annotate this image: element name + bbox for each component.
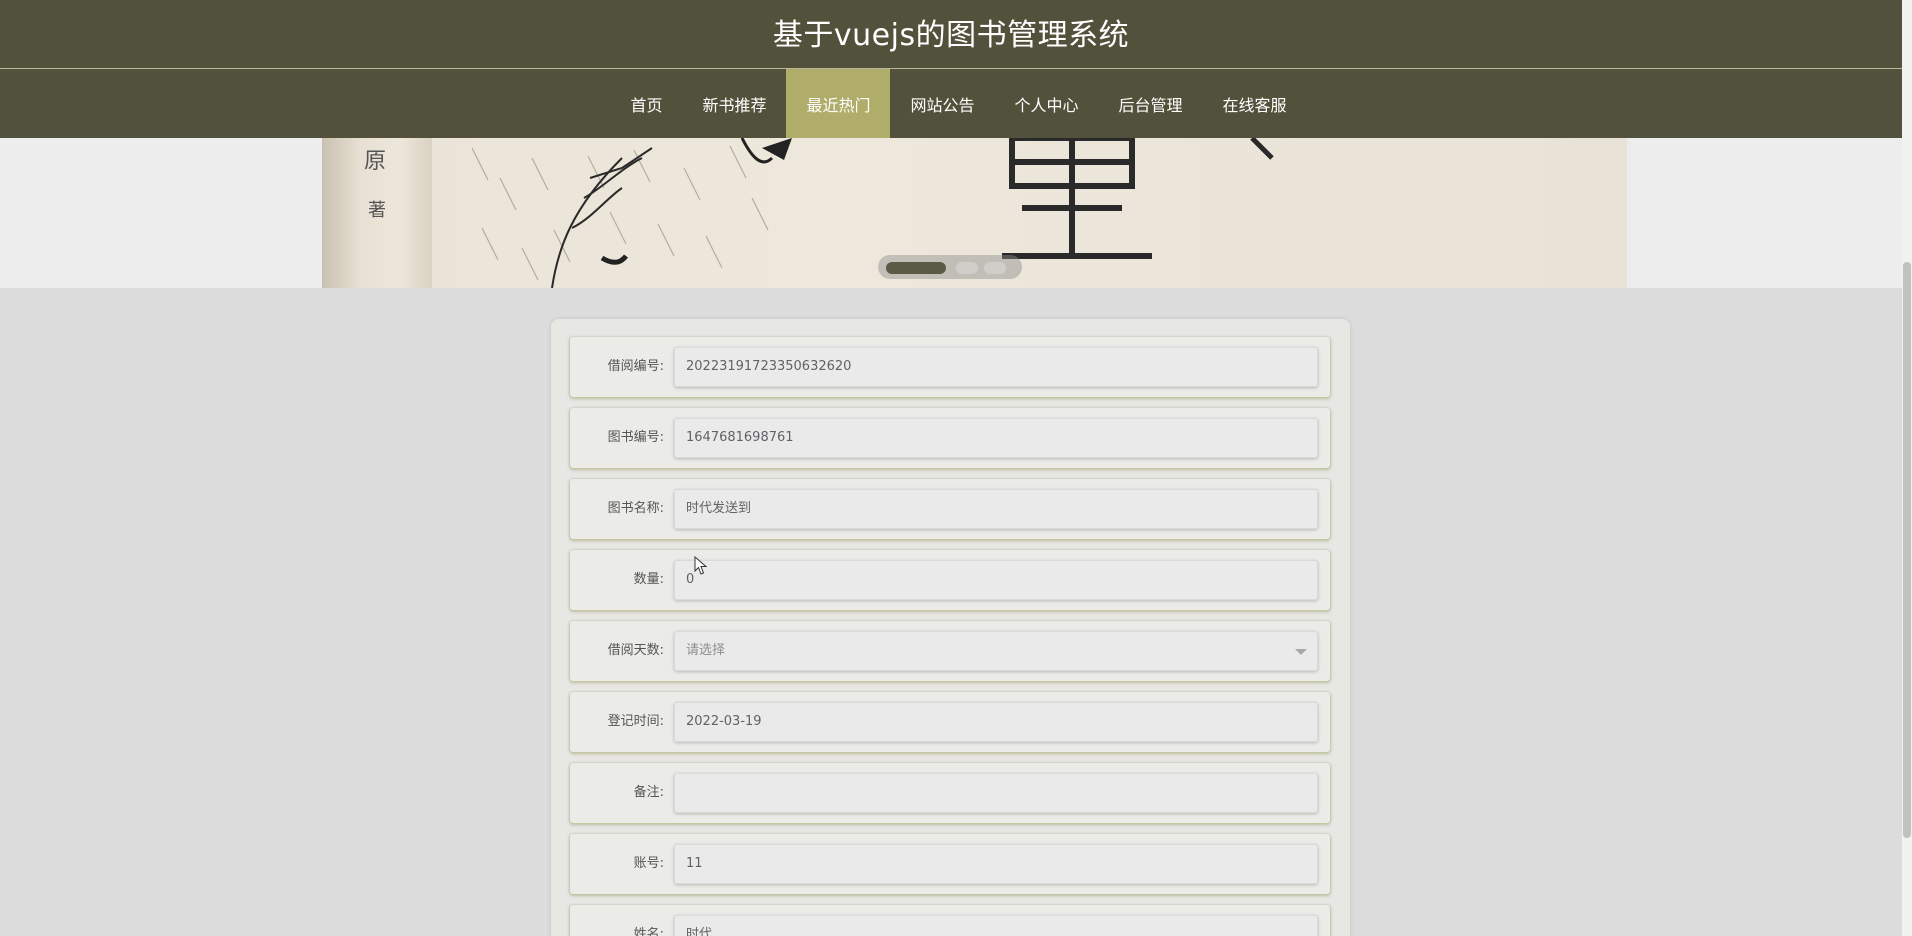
borrow-days-placeholder: 请选择 — [686, 643, 726, 658]
vertical-scrollbar[interactable] — [1902, 0, 1912, 936]
borrow-form-panel: 借阅编号: 20223191723350632620 图书编号: 1647681… — [551, 319, 1350, 936]
nav-item-customer-service[interactable]: 在线客服 — [1203, 69, 1307, 138]
remark-input[interactable] — [674, 773, 1318, 813]
carousel-dot-3[interactable] — [984, 262, 1006, 274]
cover-author-suffix: 著 — [368, 200, 386, 221]
leaf-mark — [600, 254, 628, 265]
book-id-label: 图书编号: — [607, 430, 664, 445]
form-row-name: 姓名: 时代 — [570, 905, 1330, 936]
quantity-input[interactable]: 0 — [674, 560, 1318, 600]
register-time-input[interactable]: 2022-03-19 — [674, 702, 1318, 742]
cover-author-char: 原 — [364, 149, 386, 174]
form-row-remark: 备注: — [570, 763, 1330, 823]
quantity-label: 数量: — [633, 572, 664, 587]
book-name-label: 图书名称: — [607, 501, 664, 516]
nav-item-new-books[interactable]: 新书推荐 — [682, 69, 786, 138]
borrow-id-label: 借阅编号: — [607, 359, 664, 374]
carousel-dot-2[interactable] — [956, 262, 978, 274]
scrollbar-thumb[interactable] — [1903, 262, 1911, 838]
carousel-indicators — [878, 255, 1022, 279]
banner-carousel: 原 著 — [0, 138, 1902, 288]
form-row-borrow-days: 借阅天数: 请选择 — [570, 621, 1330, 681]
nav-item-home[interactable]: 首页 — [610, 69, 682, 138]
nav-list: 首页 新书推荐 最近热门 网站公告 个人中心 后台管理 在线客服 — [610, 69, 1306, 138]
nav-item-popular[interactable]: 最近热门 — [786, 69, 891, 138]
site-title: 基于vuejs的图书管理系统 — [772, 18, 1130, 53]
branch-drawing — [551, 147, 653, 288]
account-label: 账号: — [633, 856, 664, 871]
account-input[interactable]: 11 — [674, 844, 1318, 884]
carousel-dot-1[interactable] — [886, 262, 946, 274]
page: 基于vuejs的图书管理系统 首页 新书推荐 最近热门 网站公告 个人中心 后台… — [0, 0, 1902, 936]
nav-item-personal-center[interactable]: 个人中心 — [995, 69, 1099, 138]
nav-item-admin[interactable]: 后台管理 — [1099, 69, 1203, 138]
site-header: 基于vuejs的图书管理系统 — [0, 0, 1902, 69]
book-id-input[interactable]: 1647681698761 — [674, 418, 1318, 458]
borrow-days-label: 借阅天数: — [607, 643, 664, 658]
chevron-down-icon[interactable] — [1295, 649, 1307, 655]
book-name-input[interactable]: 时代发送到 — [674, 489, 1318, 529]
cover-title-stroke — [1250, 138, 1274, 160]
form-row-borrow-id: 借阅编号: 20223191723350632620 — [570, 337, 1330, 397]
form-row-register-time: 登记时间: 2022-03-19 — [570, 692, 1330, 752]
form-row-quantity: 数量: 0 — [570, 550, 1330, 610]
remark-label: 备注: — [633, 785, 664, 800]
umbrella-mark — [762, 138, 792, 160]
name-label: 姓名: — [633, 927, 664, 936]
form-row-account: 账号: 11 — [570, 834, 1330, 894]
register-time-label: 登记时间: — [607, 714, 664, 729]
cover-title-glyph — [1002, 138, 1152, 259]
borrow-id-input[interactable]: 20223191723350632620 — [674, 347, 1318, 387]
nav-item-announcements[interactable]: 网站公告 — [890, 69, 994, 138]
name-input[interactable]: 时代 — [674, 915, 1318, 936]
main-nav: 首页 新书推荐 最近热门 网站公告 个人中心 后台管理 在线客服 — [0, 69, 1902, 138]
form-row-book-name: 图书名称: 时代发送到 — [570, 479, 1330, 539]
form-row-book-id: 图书编号: 1647681698761 — [570, 408, 1330, 468]
borrow-days-select[interactable]: 请选择 — [674, 631, 1318, 671]
mouse-cursor-icon — [694, 556, 708, 575]
